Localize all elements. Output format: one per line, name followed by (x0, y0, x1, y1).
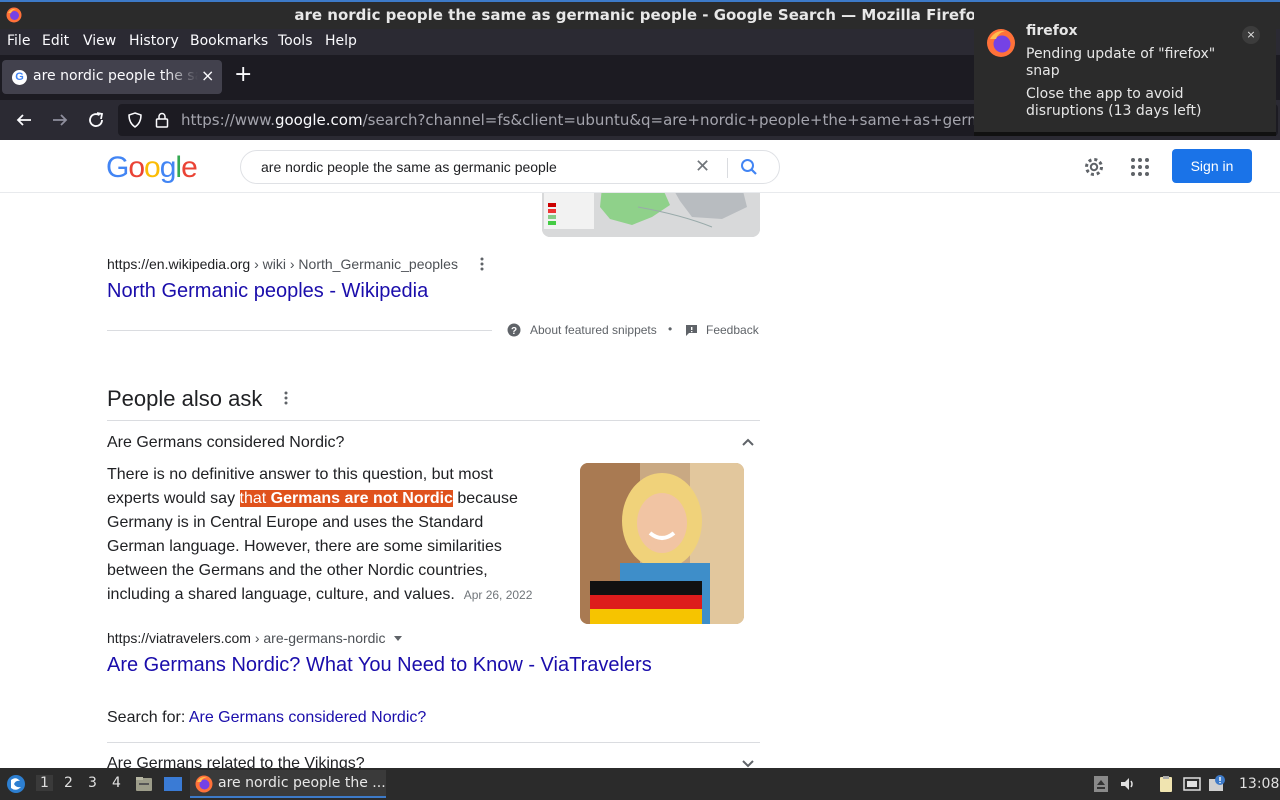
feedback-icon (686, 325, 697, 336)
notification-detail: Close the app to avoid disruptions (13 d… (1026, 86, 1202, 119)
more-options-icon[interactable] (280, 390, 292, 406)
reload-icon[interactable] (84, 108, 108, 132)
sign-in-button[interactable]: Sign in (1172, 149, 1252, 183)
url-text[interactable]: https://www.google.com/search?channel=fs… (181, 111, 1076, 129)
clear-search-icon[interactable]: ✕ (695, 156, 710, 177)
lock-icon[interactable] (154, 111, 170, 129)
tab-close-icon[interactable]: × (201, 66, 214, 85)
chevron-up-icon[interactable] (740, 434, 756, 450)
result-url: https://en.wikipedia.org (107, 256, 251, 272)
menu-edit[interactable]: Edit (42, 33, 69, 49)
network-icon[interactable] (1183, 775, 1201, 793)
logo-letter: o (128, 151, 145, 184)
workspace-1[interactable]: 1 (36, 775, 53, 791)
search-for-label: Search for: (107, 709, 189, 726)
search-for-suggestion: Search for: Are Germans considered Nordi… (107, 709, 426, 727)
desktop-icon[interactable] (163, 774, 183, 794)
search-icon[interactable] (739, 157, 759, 177)
logo-letter: o (144, 151, 161, 184)
clock: 13:08 (1239, 776, 1280, 792)
dropdown-arrow-icon[interactable] (393, 635, 403, 643)
search-query[interactable]: are nordic people the same as germanic p… (261, 159, 557, 175)
divider (107, 420, 760, 421)
workspace-2[interactable]: 2 (64, 775, 73, 791)
paa-answer: There is no definitive answer to this qu… (107, 463, 537, 607)
volume-icon[interactable] (1119, 775, 1137, 793)
firefox-logo-icon (195, 775, 213, 793)
search-for-link[interactable]: Are Germans considered Nordic? (189, 709, 426, 726)
google-favicon-icon: G (12, 70, 27, 85)
google-header: Google are nordic people the same as ger… (0, 140, 1280, 193)
clipboard-icon[interactable] (1157, 775, 1175, 793)
source-breadcrumb: › are-germans-nordic (250, 630, 386, 646)
search-input[interactable]: are nordic people the same as germanic p… (240, 150, 780, 184)
source-url: https://viatravelers.com (107, 630, 251, 646)
logo-letter: e (181, 151, 198, 184)
update-notification[interactable]: firefox Pending update of "firefox" snap… (974, 8, 1276, 136)
logo-letter: G (106, 151, 129, 184)
result-breadcrumb: › wiki › North_Germanic_peoples (250, 256, 458, 272)
answer-highlight: that Germans are not Nordic (239, 490, 453, 507)
notification-title: firefox (1026, 23, 1078, 39)
help-circle-icon: ? (507, 323, 521, 337)
about-snippets-link[interactable]: About featured snippets (530, 323, 657, 337)
settings-gear-icon[interactable] (1083, 156, 1105, 178)
paa-question[interactable]: Are Germans considered Nordic? (107, 434, 344, 452)
result-title-link[interactable]: North Germanic peoples - Wikipedia (107, 280, 428, 303)
new-tab-button[interactable]: + (234, 64, 252, 86)
highlight-bold: Germans are not Nordic (270, 490, 453, 507)
url-prefix: https://www. (181, 111, 275, 129)
url-path: /search?channel=fs&client=ubuntu&q=are+n… (362, 111, 1077, 129)
tab-google-search[interactable]: G are nordic people the same as germanic… (2, 60, 222, 94)
separator-dot: • (668, 322, 673, 336)
taskbar-firefox-task[interactable]: are nordic people the ... (190, 770, 386, 798)
system-taskbar: 1 2 3 4 are nordic people the ... 13:08 (0, 768, 1280, 800)
menu-file[interactable]: File (7, 33, 30, 49)
update-notifier-icon[interactable] (1208, 775, 1226, 793)
feedback-link[interactable]: Feedback (706, 323, 759, 337)
start-menu-icon[interactable] (6, 774, 26, 794)
search-results: https://en.wikipedia.org › wiki › North_… (0, 193, 1280, 768)
highlight-plain: that (239, 490, 271, 507)
google-logo[interactable]: Google (106, 151, 198, 185)
menu-bookmarks[interactable]: Bookmarks (190, 33, 268, 49)
more-options-icon[interactable] (476, 256, 488, 272)
back-arrow-icon[interactable] (12, 108, 36, 132)
answer-image[interactable] (580, 463, 744, 624)
menu-tools[interactable]: Tools (278, 33, 313, 49)
eject-icon[interactable] (1092, 775, 1110, 793)
apps-grid-icon[interactable] (1129, 156, 1151, 178)
firefox-window: are nordic people the same as germanic p… (0, 0, 1280, 800)
paa-question[interactable]: Are Germans related to the Vikings? (107, 755, 365, 768)
workspace-4[interactable]: 4 (112, 775, 121, 791)
file-manager-icon[interactable] (134, 774, 154, 794)
chevron-down-icon[interactable] (740, 756, 756, 768)
forward-arrow-icon[interactable] (48, 108, 72, 132)
svg-text:?: ? (511, 326, 517, 337)
url-domain: google.com (274, 111, 363, 129)
notification-close-button[interactable]: × (1242, 26, 1260, 44)
workspace-3[interactable]: 3 (88, 775, 97, 791)
shield-icon[interactable] (126, 111, 144, 129)
tab-title: are nordic people the same as germanic p… (33, 68, 198, 84)
divider (107, 330, 492, 331)
task-label: are nordic people the ... (218, 775, 386, 791)
menu-help[interactable]: Help (325, 33, 357, 49)
people-also-ask-heading: People also ask (107, 386, 263, 411)
menu-history[interactable]: History (129, 33, 179, 49)
logo-letter: g (159, 151, 177, 184)
answer-source-citation: https://viatravelers.com › are-germans-n… (107, 630, 386, 646)
firefox-logo-icon (987, 29, 1015, 57)
result-citation: https://en.wikipedia.org › wiki › North_… (107, 256, 458, 272)
menu-view[interactable]: View (83, 33, 116, 49)
divider (107, 742, 760, 743)
source-title-link[interactable]: Are Germans Nordic? What You Need to Kno… (107, 654, 652, 677)
map-thumbnail-image[interactable] (542, 193, 760, 237)
search-divider (727, 158, 728, 178)
notification-body: Pending update of "firefox" snap (1026, 46, 1216, 79)
answer-date: Apr 26, 2022 (463, 588, 533, 602)
